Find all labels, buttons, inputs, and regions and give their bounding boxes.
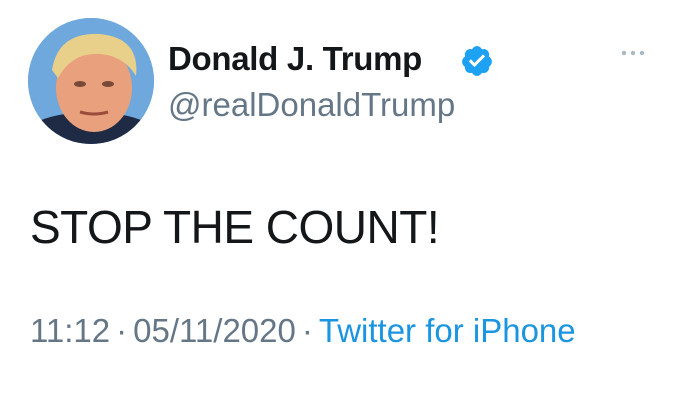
tweet-card: Donald J. Trump @realDonaldTrump STOP TH… [0,0,680,420]
meta-separator: · [301,312,313,349]
tweet-date[interactable]: 05/11/2020 [133,312,296,349]
more-options-icon[interactable] [618,46,648,60]
avatar[interactable] [28,18,154,144]
tweet-source-link[interactable]: Twitter for iPhone [319,312,576,349]
profile-photo [28,18,154,144]
verified-badge-icon [462,46,492,76]
meta-separator: · [116,312,128,349]
author-handle[interactable]: @realDonaldTrump [168,86,455,124]
tweet-text: STOP THE COUNT! [30,201,440,253]
tweet-time[interactable]: 11:12 [30,312,110,349]
author-display-name[interactable]: Donald J. Trump [168,40,422,78]
tweet-meta: 11:12 · 05/11/2020 · Twitter for iPhone [30,306,590,356]
